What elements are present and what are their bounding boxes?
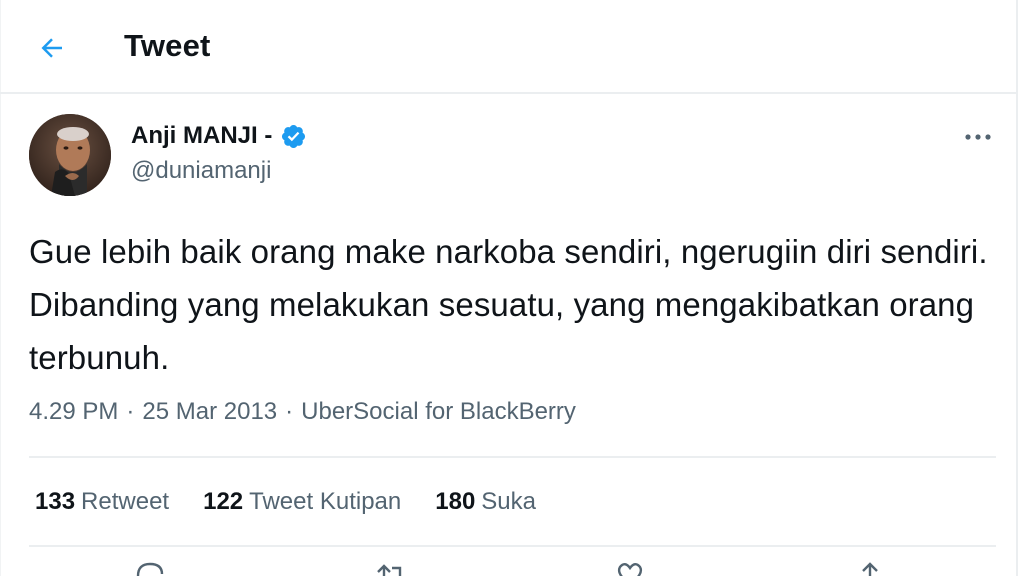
tweet-page: Tweet Anji MANJI - @duniamanji Gue lebih… — [0, 0, 1024, 576]
author-handle[interactable]: @duniamanji — [131, 157, 271, 185]
quote-tweet-count[interactable]: 122 Tweet Kutipan — [203, 488, 401, 516]
stat-label: Tweet Kutipan — [249, 488, 402, 515]
stat-label: Suka — [481, 488, 536, 515]
retweet-icon[interactable] — [372, 562, 408, 576]
tweet-date[interactable]: 25 Mar 2013 — [142, 398, 277, 426]
stat-number: 133 — [35, 488, 76, 515]
tweet-text: Gue lebih baik orang make narkoba sendir… — [29, 233, 988, 376]
tweet-metadata: 4.29 PM · 25 Mar 2013 · UberSocial for B… — [29, 398, 576, 426]
tweet-source[interactable]: UberSocial for BlackBerry — [301, 398, 576, 426]
divider — [29, 456, 996, 458]
stat-number: 122 — [203, 488, 244, 515]
verified-badge-icon — [280, 123, 307, 150]
tweet-time[interactable]: 4.29 PM — [29, 398, 118, 426]
more-horizontal-icon — [965, 134, 991, 140]
share-icon[interactable] — [852, 562, 888, 576]
meta-separator: · — [285, 398, 294, 425]
author-display-name[interactable]: Anji MANJI - — [131, 122, 272, 150]
arrow-left-icon — [41, 38, 62, 58]
stat-number: 180 — [435, 488, 476, 515]
page-header: Tweet — [0, 0, 1018, 94]
tweet-actions — [0, 562, 1018, 576]
like-count[interactable]: 180 Suka — [435, 488, 536, 516]
author-name-row[interactable]: Anji MANJI - — [131, 122, 307, 150]
reply-icon[interactable] — [132, 562, 168, 576]
retweet-count[interactable]: 133 Retweet — [35, 488, 169, 516]
divider — [29, 545, 996, 547]
more-options-button[interactable] — [958, 124, 998, 150]
avatar[interactable] — [29, 114, 111, 196]
stat-label: Retweet — [81, 488, 170, 515]
like-icon[interactable] — [612, 562, 648, 576]
page-title: Tweet — [124, 28, 211, 63]
meta-separator: · — [126, 398, 135, 425]
back-button[interactable] — [28, 24, 76, 72]
author-photo — [29, 114, 111, 196]
tweet-stats: 133 Retweet 122 Tweet Kutipan 180 Suka — [35, 488, 570, 516]
